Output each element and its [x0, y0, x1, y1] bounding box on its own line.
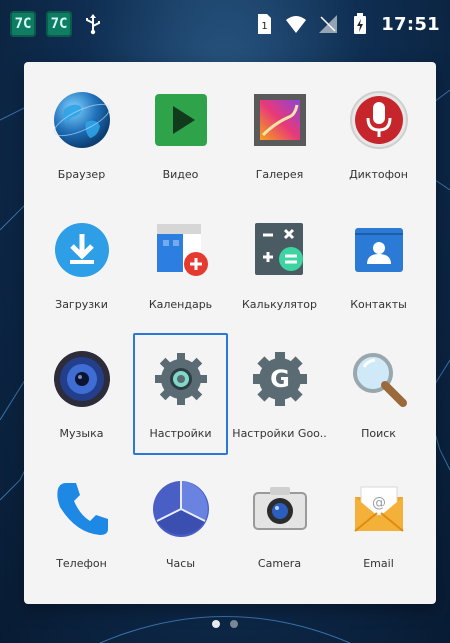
- app-label: Настройки: [149, 427, 212, 440]
- app-music[interactable]: Музыка: [32, 333, 131, 463]
- app-label: Camera: [257, 556, 302, 570]
- app-label: Контакты: [350, 297, 407, 311]
- wifi-icon: [285, 13, 307, 35]
- download-icon: [46, 214, 118, 286]
- app-settings[interactable]: Настройки: [131, 333, 230, 463]
- page-indicator: [0, 620, 450, 628]
- app-gallery[interactable]: Галерея: [230, 74, 329, 204]
- email-icon: @: [343, 473, 415, 545]
- svg-text:1: 1: [262, 21, 268, 32]
- app-recorder[interactable]: Диктофон: [329, 74, 428, 204]
- svg-text:@: @: [372, 495, 386, 511]
- usb-icon: [82, 13, 104, 35]
- app-label: Видео: [162, 168, 199, 181]
- app-label: Браузер: [57, 168, 106, 181]
- app-clock[interactable]: Часы: [131, 463, 230, 593]
- search-icon: [343, 343, 415, 415]
- clock-icon: [145, 473, 217, 545]
- app-google-settings[interactable]: G Настройки Goo..: [230, 333, 329, 463]
- app-video[interactable]: Видео: [131, 74, 230, 204]
- app-calculator[interactable]: Калькулятор: [230, 204, 329, 334]
- app-contacts[interactable]: Контакты: [329, 204, 428, 334]
- camera-icon: [244, 473, 316, 545]
- svg-text:G: G: [270, 365, 290, 393]
- clock-time: 17:51: [381, 13, 440, 35]
- app-email[interactable]: @ Email: [329, 463, 428, 593]
- globe-icon: [46, 84, 118, 156]
- google-settings-icon: G: [244, 343, 316, 415]
- app-label: Диктофон: [349, 168, 408, 181]
- sim-icon: 1: [253, 13, 275, 35]
- app-label: Email: [363, 556, 394, 570]
- app-label: Поиск: [361, 427, 396, 440]
- app-label: Телефон: [56, 556, 107, 570]
- app-label: Галерея: [255, 168, 304, 181]
- app-grid: Браузер Видео Галерея Диктофон Загрузки …: [24, 62, 436, 604]
- app-label: Калькулятор: [242, 297, 317, 311]
- app-label: Настройки Goo..: [232, 427, 327, 440]
- terminal-app-notification-icon[interactable]: 7C: [10, 11, 36, 37]
- phone-icon: [46, 473, 118, 545]
- page-dot[interactable]: [230, 620, 238, 628]
- microphone-icon: [343, 84, 415, 156]
- calculator-icon: [244, 214, 316, 286]
- app-drawer: Браузер Видео Галерея Диктофон Загрузки …: [24, 62, 436, 604]
- app-downloads[interactable]: Загрузки: [32, 204, 131, 334]
- battery-icon: [349, 13, 371, 35]
- settings-gear-icon: [145, 343, 217, 415]
- app-label: Музыка: [59, 427, 104, 440]
- terminal-app-notification-icon[interactable]: 7C: [46, 11, 72, 37]
- status-bar: 7C 7C 1 17:51: [0, 0, 450, 48]
- video-icon: [145, 84, 217, 156]
- app-calendar[interactable]: Календарь: [131, 204, 230, 334]
- page-dot-active[interactable]: [212, 620, 220, 628]
- app-label: Календарь: [148, 297, 213, 311]
- app-browser[interactable]: Браузер: [32, 74, 131, 204]
- music-icon: [46, 343, 118, 415]
- app-label: Часы: [165, 556, 195, 570]
- calendar-icon: [145, 214, 217, 286]
- app-phone[interactable]: Телефон: [32, 463, 131, 593]
- gallery-icon: [244, 84, 316, 156]
- app-search[interactable]: Поиск: [329, 333, 428, 463]
- app-camera[interactable]: Camera: [230, 463, 329, 593]
- signal-icon: [317, 13, 339, 35]
- contacts-icon: [343, 214, 415, 286]
- app-label: Загрузки: [55, 297, 108, 311]
